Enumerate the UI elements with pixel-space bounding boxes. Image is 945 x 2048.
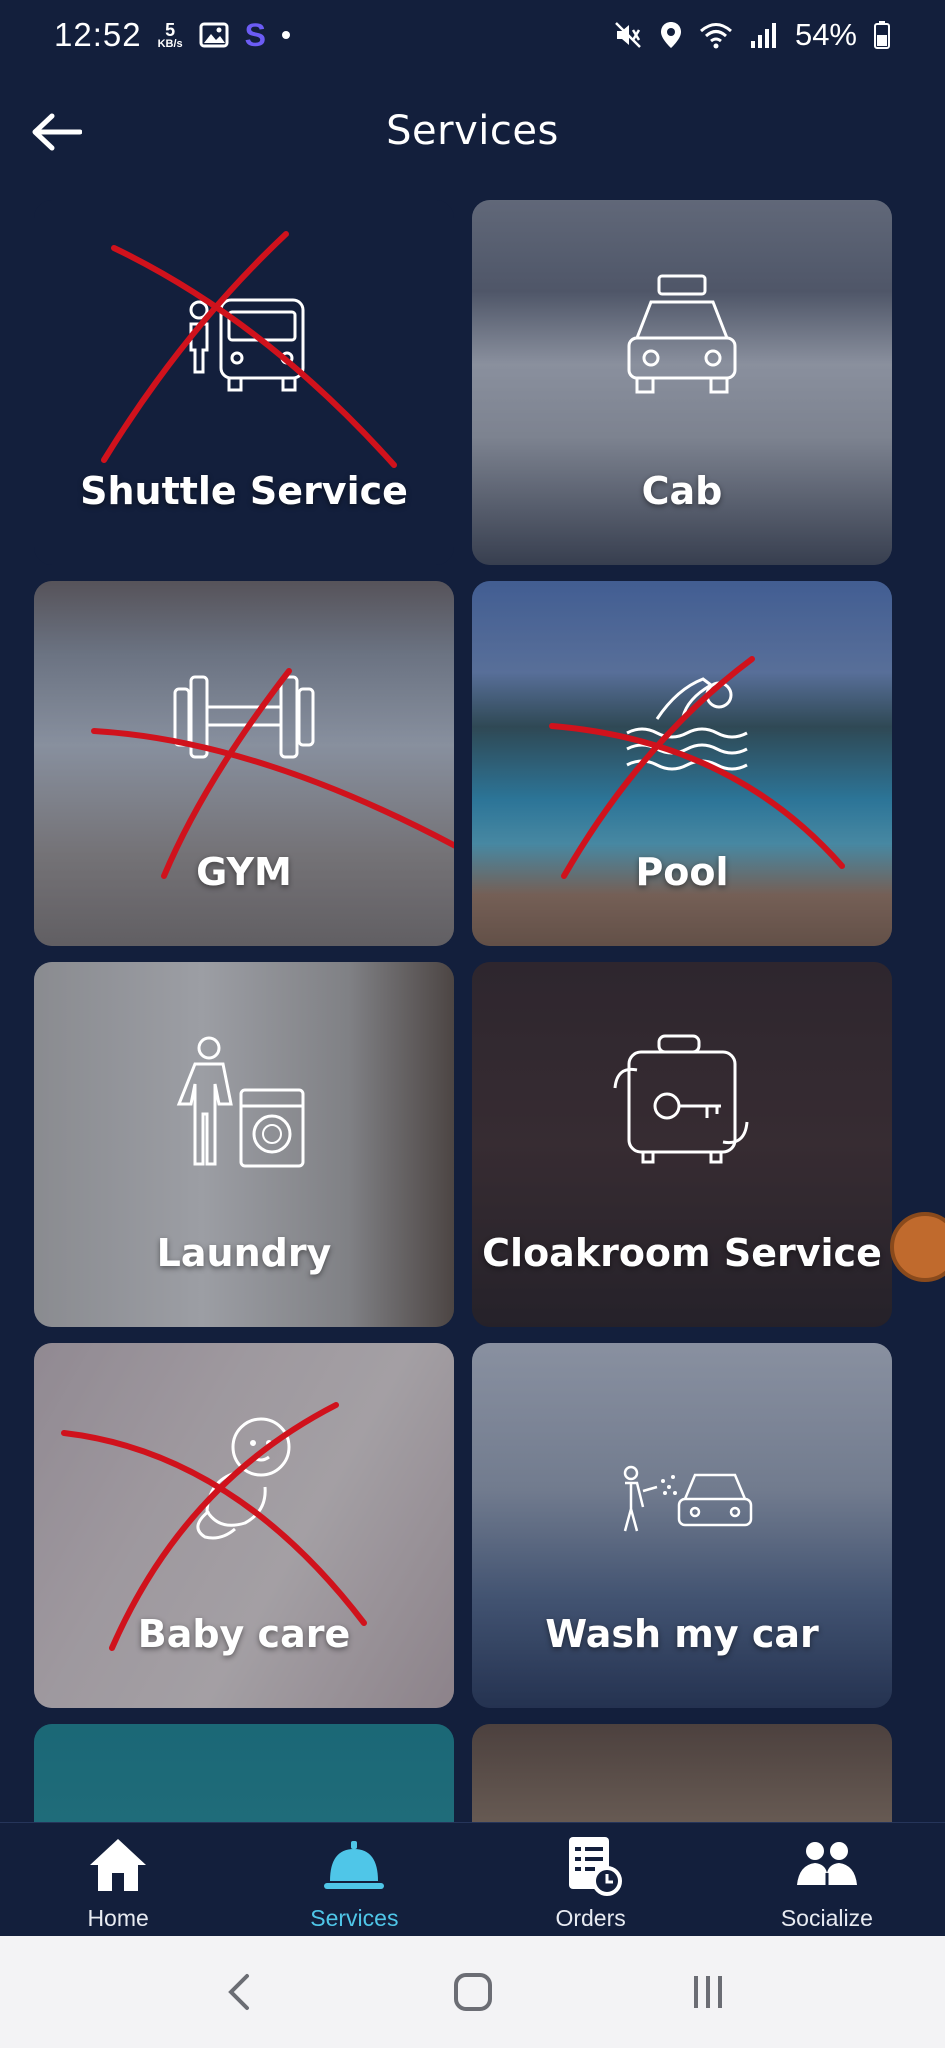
tile-kids-service[interactable]	[34, 1724, 454, 1822]
mute-icon	[615, 22, 641, 48]
battery-icon	[874, 21, 890, 49]
car-wash-icon	[623, 1465, 753, 1532]
nav-services[interactable]: Services	[236, 1823, 472, 1936]
people-icon	[796, 1842, 857, 1885]
page-title: Services	[386, 108, 559, 154]
network-speed-value: 5	[165, 19, 176, 40]
shuttle-bus-icon	[189, 298, 305, 392]
tile-label: GYM	[196, 850, 292, 894]
laundry-icon	[176, 1036, 305, 1168]
tile-baby-care[interactable]: Baby care	[34, 1343, 454, 1708]
nav-label: Services	[310, 1905, 399, 1931]
tile-label: Cloakroom Service	[482, 1231, 882, 1275]
dumbbell-icon	[173, 675, 315, 759]
status-right: 54%	[613, 17, 891, 53]
network-speed: 5 KB/s	[158, 21, 183, 50]
baby-icon	[196, 1417, 291, 1540]
tile-shuttle-service[interactable]: Shuttle Service	[34, 200, 454, 565]
system-nav-bar	[0, 1936, 945, 2048]
tile-label: Pool	[635, 850, 729, 894]
status-time: 12:52	[54, 16, 142, 53]
status-bar: 12:52 5 KB/s S 54%	[0, 0, 945, 70]
nav-home[interactable]: Home	[0, 1823, 236, 1936]
home-square-icon	[453, 1973, 492, 2011]
taxi-icon	[627, 274, 737, 394]
tile-gym[interactable]: GYM	[34, 581, 454, 946]
signal-icon	[750, 23, 776, 48]
services-grid: Shuttle Service Cab GYM Pool Laundry Clo…	[34, 200, 894, 1822]
bell-icon	[324, 1841, 385, 1889]
tile-wash-my-car[interactable]: Wash my car	[472, 1343, 892, 1708]
wifi-icon	[699, 23, 732, 49]
system-home-button[interactable]	[433, 1962, 513, 2022]
floating-chat-button[interactable]	[890, 1212, 945, 1282]
battery-percent: 54%	[794, 17, 857, 52]
nav-orders[interactable]: Orders	[473, 1823, 709, 1936]
tile-shade	[472, 1724, 892, 1822]
tile-shade	[34, 1724, 454, 1822]
system-recents-button[interactable]	[668, 1962, 748, 2022]
status-left: 12:52 5 KB/s S	[54, 16, 290, 54]
swimming-icon	[626, 677, 748, 771]
location-icon	[660, 22, 681, 48]
tile-label: Baby care	[137, 1612, 351, 1656]
home-icon	[90, 1839, 147, 1891]
chevron-left-icon	[227, 1974, 249, 2010]
app-header: Services	[0, 90, 945, 180]
recents-icon	[693, 1976, 722, 2008]
tile-cab[interactable]: Cab	[472, 200, 892, 565]
nav-label: Socialize	[780, 1905, 873, 1931]
more-notifications-dot	[282, 31, 290, 39]
tile-label: Wash my car	[545, 1612, 819, 1656]
network-speed-unit: KB/s	[157, 37, 183, 50]
nav-socialize[interactable]: Socialize	[709, 1823, 945, 1936]
luggage-key-icon	[613, 1034, 749, 1164]
tile-laundry[interactable]: Laundry	[34, 962, 454, 1327]
orders-icon	[568, 1837, 622, 1896]
system-back-button[interactable]	[198, 1962, 278, 2022]
tile-spa-service[interactable]	[472, 1724, 892, 1822]
tile-cloakroom-service[interactable]: Cloakroom Service	[472, 962, 892, 1327]
nav-label: Orders	[555, 1905, 626, 1931]
tile-label: Cab	[641, 469, 723, 513]
bottom-nav: Home Services Orders Socialize	[0, 1822, 945, 1936]
gallery-icon	[199, 22, 229, 48]
tile-label: Laundry	[156, 1231, 332, 1275]
app-notification-icon: S	[244, 16, 266, 53]
tile-pool[interactable]: Pool	[472, 581, 892, 946]
nav-label: Home	[87, 1905, 149, 1931]
tile-label: Shuttle Service	[80, 469, 408, 513]
